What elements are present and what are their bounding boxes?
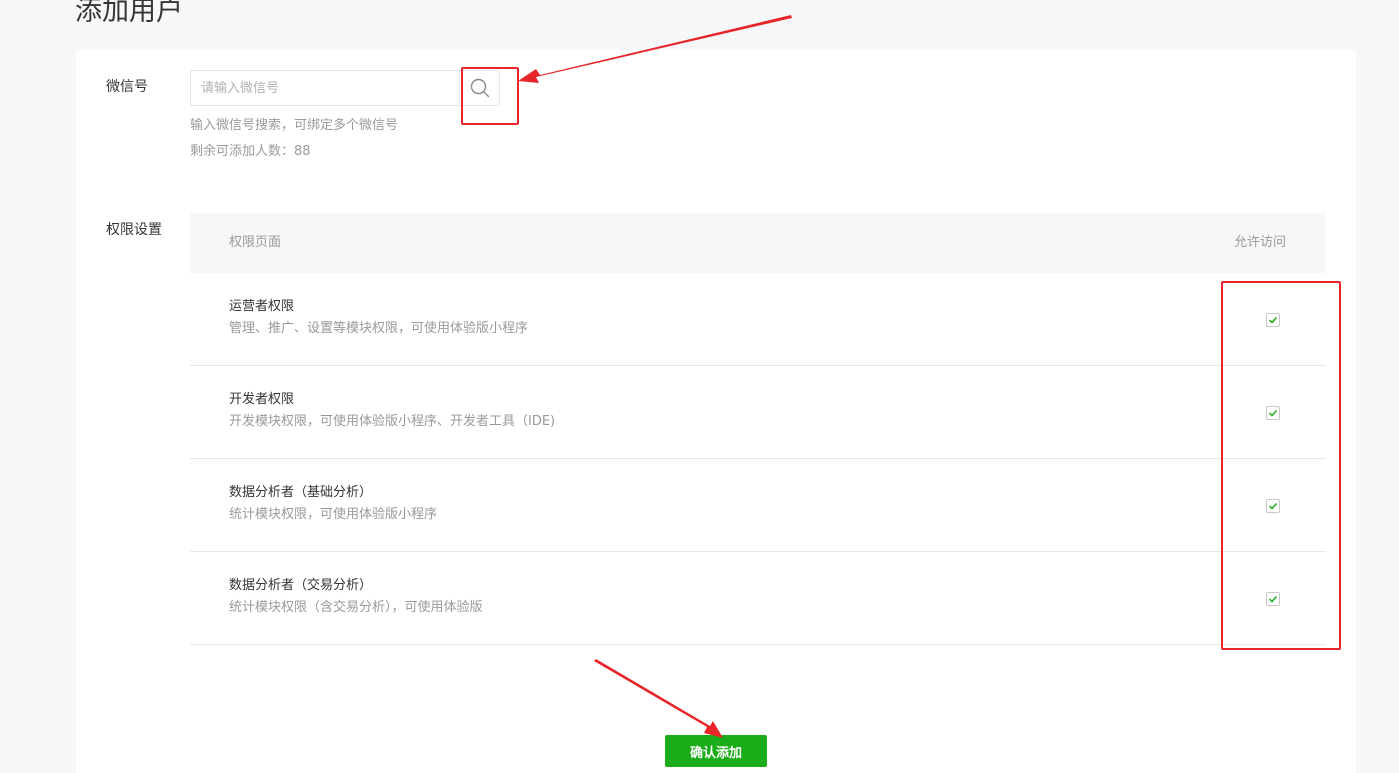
remaining-count: 剩余可添加人数：88 — [190, 144, 311, 159]
page-title: 添加用户 — [75, 0, 183, 27]
permission-title: 数据分析者（交易分析） — [229, 578, 373, 593]
permission-description: 管理、推广、设置等模块权限，可使用体验版小程序 — [229, 321, 529, 336]
annotation-box-search — [461, 67, 519, 125]
search-hint: 输入微信号搜索，可绑定多个微信号 — [190, 118, 399, 133]
permission-row-developer: 开发者权限 开发模块权限，可使用体验版小程序、开发者工具（IDE) — [190, 366, 1326, 459]
permission-row-data-basic: 数据分析者（基础分析） 统计模块权限，可使用体验版小程序 — [190, 459, 1326, 552]
permission-description: 统计模块权限，可使用体验版小程序 — [229, 507, 438, 522]
column-header-allow: 允许访问 — [1233, 235, 1286, 250]
permission-title: 运营者权限 — [229, 299, 295, 314]
permission-title: 开发者权限 — [229, 392, 295, 407]
annotation-box-checkboxes — [1221, 281, 1341, 650]
wechat-id-input[interactable] — [201, 71, 456, 105]
permission-table: 权限页面 允许访问 运营者权限 管理、推广、设置等模块权限，可使用体验版小程序 … — [190, 213, 1326, 645]
column-header-page: 权限页面 — [229, 235, 282, 250]
add-user-form-card: 微信号 输入微信号搜索，可绑定多个微信号 剩余可添加人数：88 权限设置 权限页… — [76, 50, 1356, 773]
wechat-search-box — [190, 70, 500, 106]
wechat-id-label: 微信号 — [106, 79, 148, 95]
permission-description: 统计模块权限（含交易分析），可使用体验版 — [229, 600, 483, 615]
permission-row-operator: 运营者权限 管理、推广、设置等模块权限，可使用体验版小程序 — [190, 273, 1326, 366]
permission-description: 开发模块权限，可使用体验版小程序、开发者工具（IDE) — [229, 414, 556, 429]
permission-settings-label: 权限设置 — [106, 222, 162, 238]
permission-title: 数据分析者（基础分析） — [229, 485, 373, 500]
permission-row-data-trade: 数据分析者（交易分析） 统计模块权限（含交易分析），可使用体验版 — [190, 552, 1326, 645]
table-header: 权限页面 允许访问 — [190, 213, 1326, 273]
confirm-add-button[interactable]: 确认添加 — [665, 735, 767, 767]
